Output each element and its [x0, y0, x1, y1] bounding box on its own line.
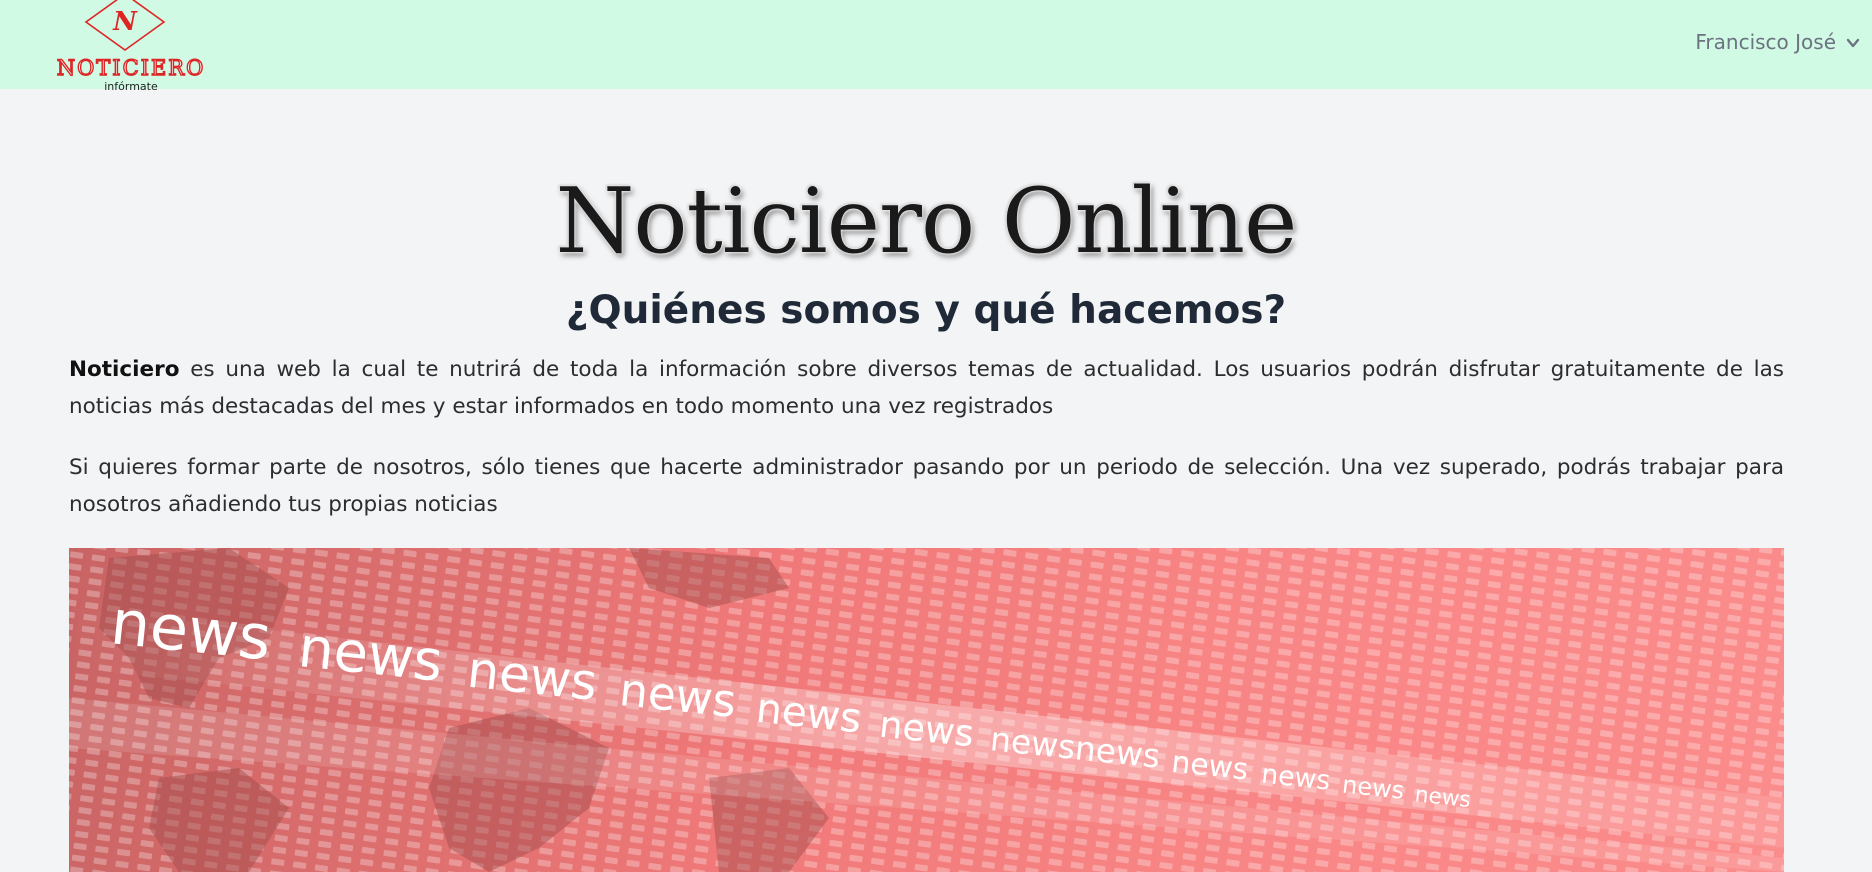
news-banner-image: news news news news news news newsnews news news… [69, 548, 1784, 872]
intro-paragraph-1-text: es una web la cual te nutrirá de toda la… [69, 357, 1784, 419]
logo-brand: NOTICIERO [57, 56, 206, 80]
user-menu-button[interactable]: Francisco José [1695, 28, 1860, 56]
news-banner-graphic: news news news news news news newsnews news news… [69, 548, 1784, 872]
page-subtitle: ¿Quiénes somos y qué hacemos? [565, 288, 1287, 333]
logo-tagline: infórmate [104, 80, 158, 92]
noticiero-logo-icon: N NOTICIERO infórmate [56, 0, 206, 93]
hero-title: Noticiero Online [555, 169, 1298, 274]
user-name: Francisco José [1695, 30, 1836, 54]
logo-mark: N [112, 7, 138, 37]
site-logo[interactable]: N NOTICIERO infórmate [28, 0, 238, 93]
brand-bold: Noticiero [69, 357, 180, 382]
chevron-down-icon [1846, 35, 1860, 49]
navbar: N NOTICIERO infórmate Francisco José [0, 0, 1872, 93]
intro-paragraph-1: Noticiero es una web la cual te nutrirá … [69, 351, 1784, 425]
intro-paragraph-2: Si quieres formar parte de nosotros, sól… [69, 455, 1784, 517]
